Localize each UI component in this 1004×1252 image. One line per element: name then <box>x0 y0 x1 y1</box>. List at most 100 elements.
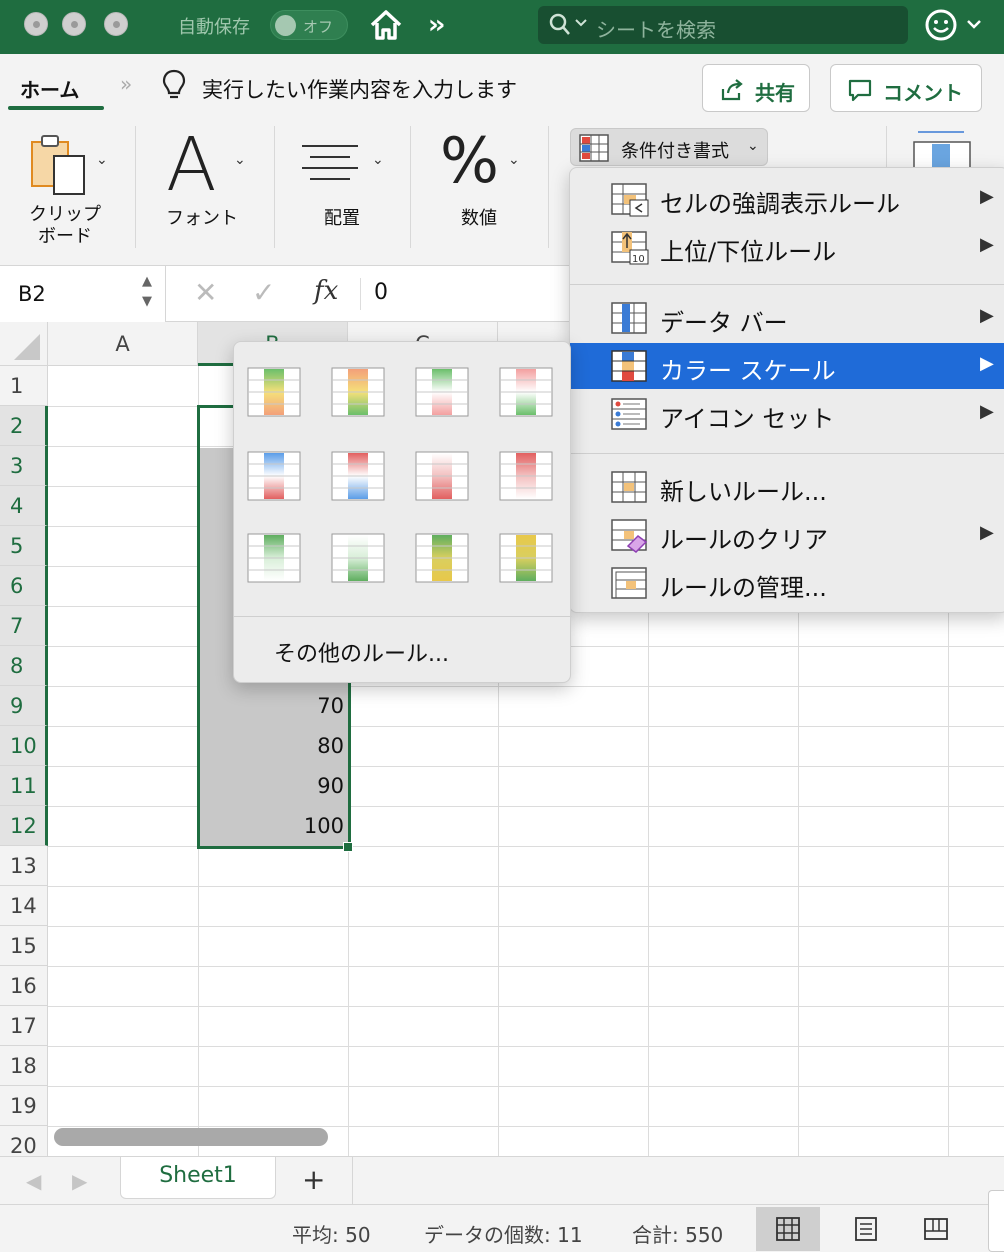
font-group[interactable]: A ⌄ フォント <box>140 120 270 260</box>
grid-line <box>48 966 1004 967</box>
row-header[interactable]: 2 <box>0 406 48 446</box>
zoom-window-button[interactable] <box>104 12 128 36</box>
row-header[interactable]: 9 <box>0 686 48 726</box>
chevron-down-icon: ⌄ <box>508 152 520 168</box>
column-header-a[interactable]: A <box>48 322 198 366</box>
color-scale-swatch[interactable] <box>415 533 469 583</box>
row-header[interactable]: 16 <box>0 966 48 1006</box>
menu-item-highlight-rules[interactable]: セルの強調表示ルール ▶ <box>570 176 1004 222</box>
menu-item-data-bar[interactable]: データ バー ▶ <box>570 295 1004 341</box>
color-scale-swatch[interactable] <box>499 533 553 583</box>
more-tabs-icon[interactable]: » <box>120 72 132 96</box>
feedback-smiley-icon[interactable] <box>924 8 958 42</box>
data-bar-icon <box>611 302 647 334</box>
color-scale-swatch[interactable] <box>415 451 469 501</box>
cell-b11[interactable]: 90 <box>200 766 344 806</box>
row-header[interactable]: 4 <box>0 486 48 526</box>
status-bar: 平均: 50 データの個数: 11 合計: 550 <box>0 1204 1004 1252</box>
tab-divider <box>352 1157 353 1205</box>
formula-input[interactable]: 0 <box>374 280 388 305</box>
row-header[interactable]: 20 <box>0 1126 48 1156</box>
share-button[interactable]: 共有 <box>702 64 810 112</box>
menu-item-color-scale[interactable]: カラー スケール ▶ <box>570 343 1004 389</box>
page-break-view-button[interactable] <box>904 1207 968 1251</box>
home-icon[interactable] <box>366 5 406 45</box>
row-header[interactable]: 1 <box>0 366 48 406</box>
menu-item-manage-rules[interactable]: ルールの管理... <box>570 560 1004 606</box>
row-header[interactable]: 5 <box>0 526 48 566</box>
row-header[interactable]: 3 <box>0 446 48 486</box>
color-scale-swatch[interactable] <box>331 533 385 583</box>
grid-line <box>48 726 1004 727</box>
chevron-down-icon: ⌄ <box>372 152 384 168</box>
search-icon <box>549 13 570 35</box>
more-commands-icon[interactable]: ›› <box>428 10 446 40</box>
grid-line <box>48 1126 1004 1127</box>
row-header[interactable]: 12 <box>0 806 48 846</box>
clipboard-label-2: ボード <box>38 226 92 247</box>
insert-function-icon[interactable]: fx <box>314 276 338 306</box>
color-scale-swatch[interactable] <box>415 367 469 417</box>
tab-home[interactable]: ホーム <box>20 74 79 103</box>
autosave-toggle-label: オフ <box>303 18 334 36</box>
normal-view-button[interactable] <box>756 1207 820 1251</box>
submenu-arrow-icon: ▶ <box>980 234 994 255</box>
prev-sheet-icon[interactable]: ◀ <box>26 1169 41 1193</box>
more-rules-item[interactable]: その他のルール... <box>274 636 449 668</box>
row-header[interactable]: 7 <box>0 606 48 646</box>
enter-checkmark-icon[interactable]: ✓ <box>252 276 275 309</box>
row-header[interactable]: 15 <box>0 926 48 966</box>
row-header[interactable]: 19 <box>0 1086 48 1126</box>
cell-b10[interactable]: 80 <box>200 726 344 766</box>
color-scale-swatch[interactable] <box>247 367 301 417</box>
color-scale-swatch[interactable] <box>331 367 385 417</box>
name-box[interactable]: B2 ▲ ▼ <box>0 266 166 322</box>
color-scale-swatch[interactable] <box>247 533 301 583</box>
tell-me-input[interactable]: 実行したい作業内容を入力します <box>202 74 517 104</box>
grid-line <box>48 886 1004 887</box>
cancel-icon[interactable]: ✕ <box>194 276 217 309</box>
add-sheet-button[interactable]: + <box>302 1163 325 1196</box>
color-scale-swatch[interactable] <box>499 367 553 417</box>
window-edge <box>988 1190 1004 1252</box>
horizontal-scrollbar[interactable] <box>54 1128 328 1146</box>
clipboard-group[interactable]: ⌄ クリップ ボード <box>0 120 134 260</box>
color-scale-swatch[interactable] <box>331 451 385 501</box>
close-window-button[interactable] <box>24 12 48 36</box>
name-box-stepper-icon[interactable]: ▲ ▼ <box>142 272 152 312</box>
row-header[interactable]: 11 <box>0 766 48 806</box>
chevron-down-icon: ⌄ <box>96 152 108 168</box>
select-all-corner[interactable] <box>0 322 48 366</box>
menu-label: カラー スケール <box>660 357 836 385</box>
submenu-arrow-icon: ▶ <box>980 186 994 207</box>
grid-line <box>48 1046 1004 1047</box>
row-header[interactable]: 18 <box>0 1046 48 1086</box>
row-header[interactable]: 17 <box>0 1006 48 1046</box>
minimize-window-button[interactable] <box>62 12 86 36</box>
number-group[interactable]: % ⌄ 数値 <box>414 120 546 260</box>
page-layout-view-button[interactable] <box>834 1207 898 1251</box>
alignment-group[interactable]: ⌄ 配置 <box>280 120 408 260</box>
menu-item-clear-rules[interactable]: ルールのクリア ▶ <box>570 512 1004 558</box>
fill-handle[interactable] <box>343 842 353 852</box>
cell-b9[interactable]: 70 <box>200 686 344 726</box>
chevron-down-icon[interactable] <box>966 16 982 32</box>
autosave-toggle[interactable]: オフ <box>270 10 348 40</box>
color-scale-submenu: その他のルール... <box>233 341 572 683</box>
row-header[interactable]: 14 <box>0 886 48 926</box>
conditional-format-button[interactable]: 条件付き書式 ⌄ <box>570 128 768 166</box>
row-header[interactable]: 8 <box>0 646 48 686</box>
next-sheet-icon[interactable]: ▶ <box>72 1169 87 1193</box>
comment-button[interactable]: コメント <box>830 64 982 112</box>
menu-item-top-bottom[interactable]: 10 上位/下位ルール ▶ <box>570 224 1004 270</box>
color-scale-swatch[interactable] <box>499 451 553 501</box>
menu-item-new-rule[interactable]: 新しいルール... <box>570 464 1004 510</box>
row-header[interactable]: 13 <box>0 846 48 886</box>
color-scale-swatch[interactable] <box>247 451 301 501</box>
cell-b12[interactable]: 100 <box>200 806 344 846</box>
row-header[interactable]: 10 <box>0 726 48 766</box>
sheet-tab-sheet1[interactable]: Sheet1 <box>120 1157 276 1199</box>
row-header[interactable]: 6 <box>0 566 48 606</box>
search-sheet-box[interactable]: シートを検索 <box>538 6 908 44</box>
menu-item-icon-set[interactable]: アイコン セット ▶ <box>570 391 1004 437</box>
